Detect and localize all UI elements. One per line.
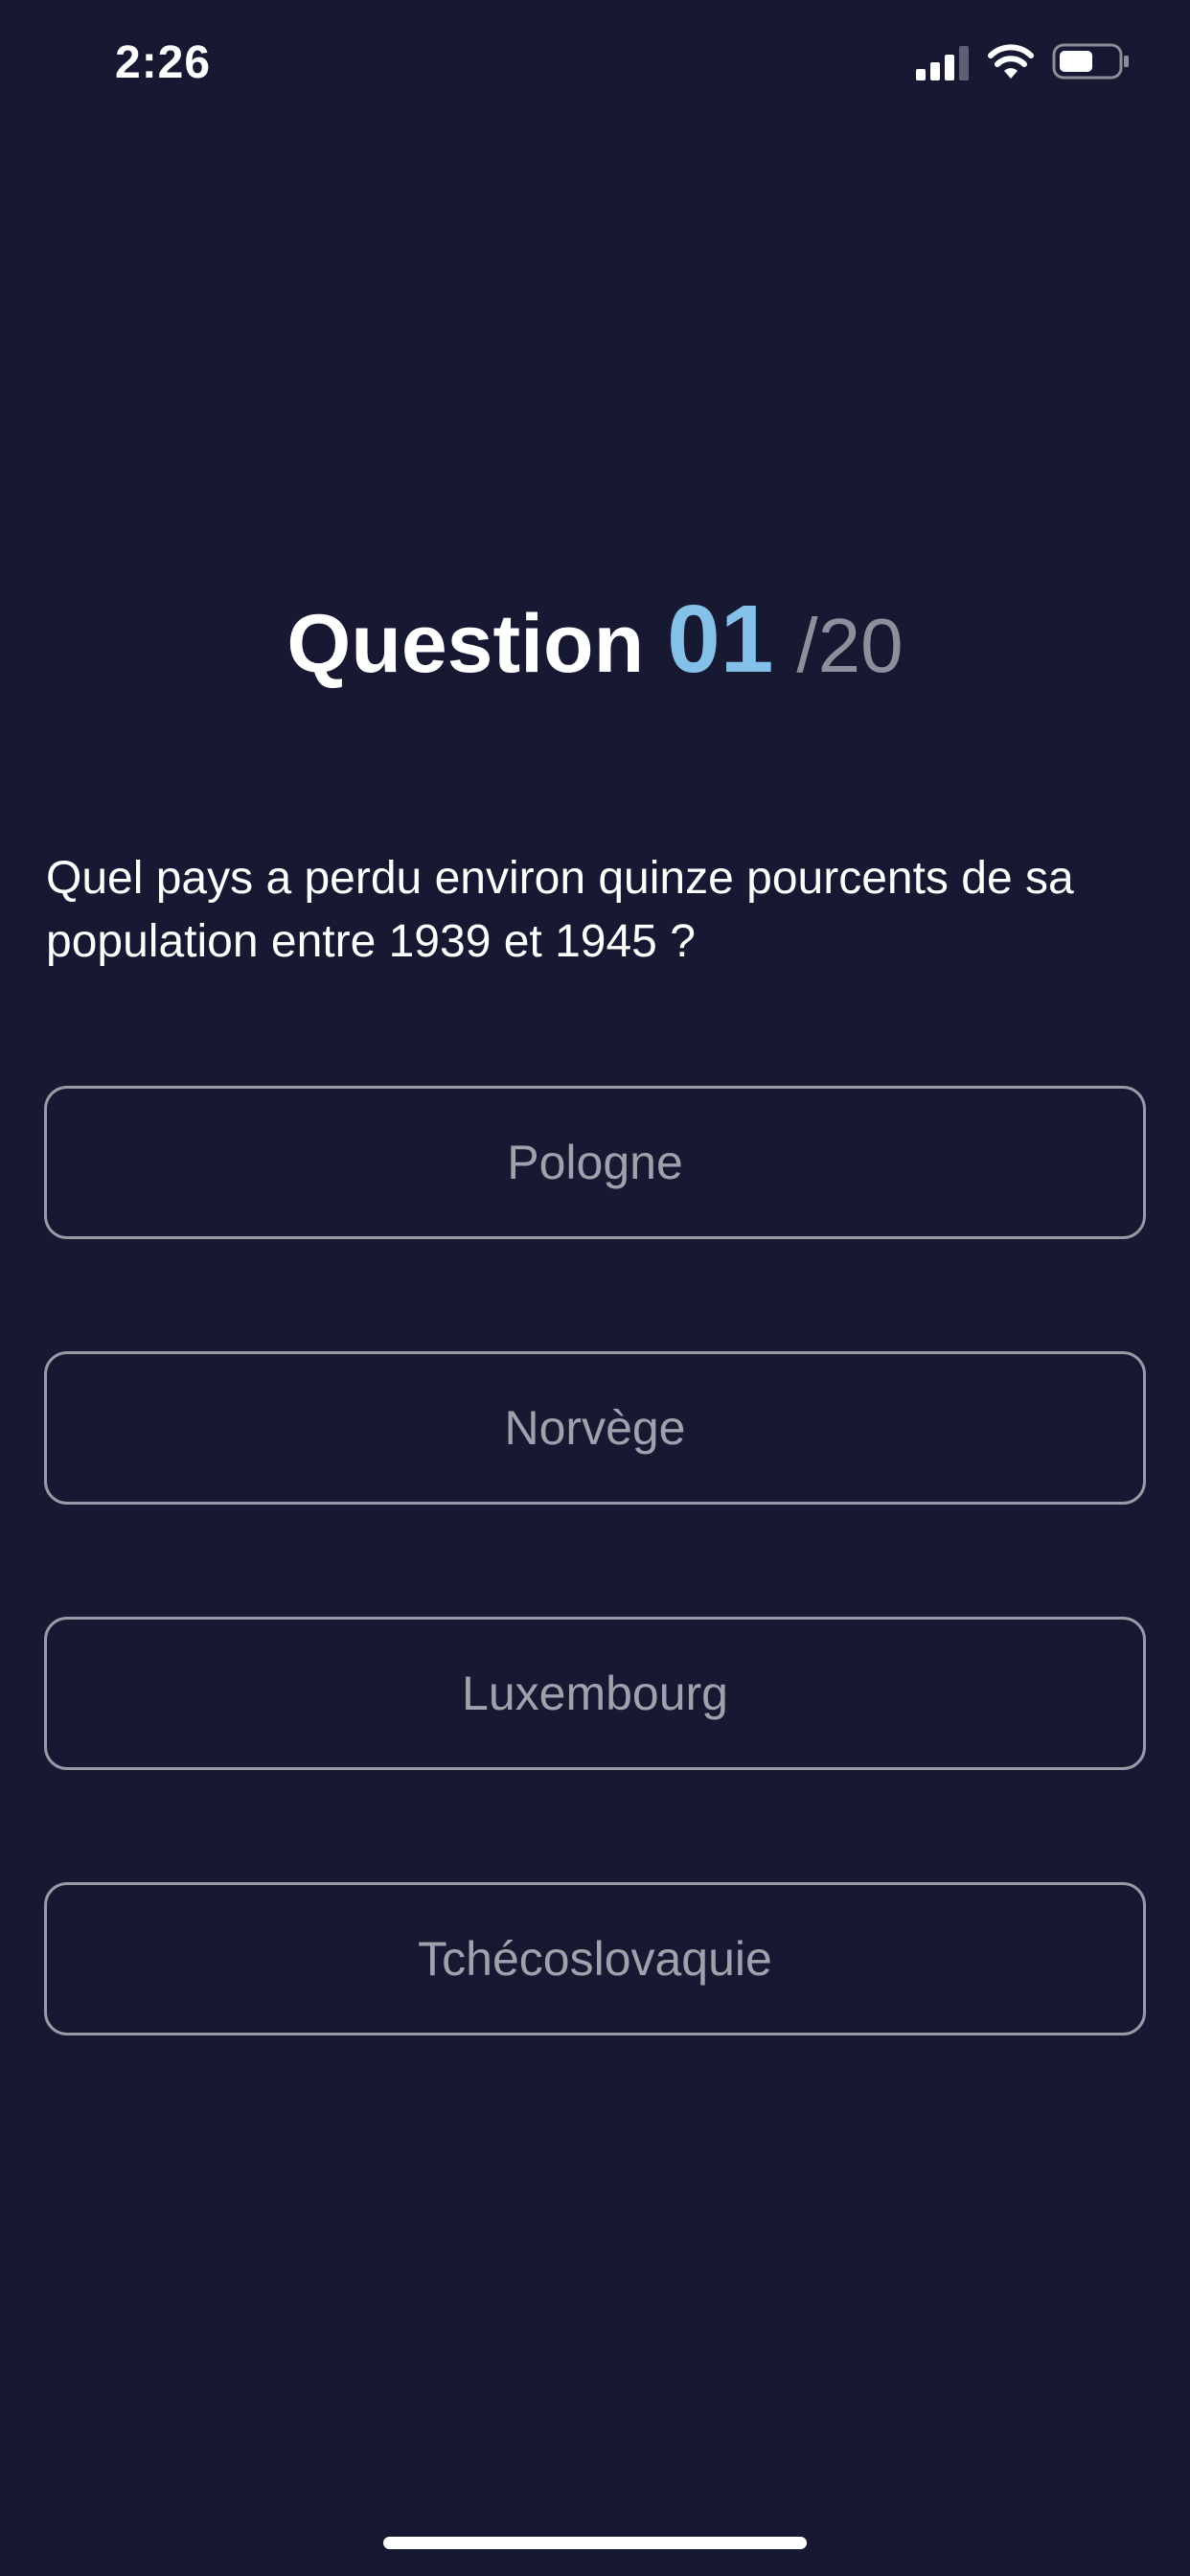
- wifi-icon: [988, 44, 1034, 79]
- status-time: 2:26: [115, 37, 212, 88]
- question-label: Question: [286, 598, 645, 690]
- status-bar: 2:26: [0, 0, 1190, 134]
- answer-list: Pologne Norvège Luxembourg Tchécoslovaqu…: [44, 1086, 1146, 2148]
- question-heading: Question 01/20: [0, 586, 1190, 721]
- battery-icon: [1052, 43, 1129, 80]
- answer-option-4[interactable]: Tchécoslovaquie: [44, 1882, 1146, 2036]
- answer-option-2[interactable]: Norvège: [44, 1351, 1146, 1505]
- question-text: Quel pays a perdu environ quinze pourcen…: [46, 853, 1074, 967]
- answer-option-3[interactable]: Luxembourg: [44, 1617, 1146, 1770]
- home-indicator[interactable]: [383, 2537, 807, 2549]
- cellular-signal-icon: [916, 46, 969, 80]
- question-total: /20: [796, 603, 904, 688]
- quiz-screen: 2:26 Question 01/20 Quel pays a perdu env…: [0, 0, 1190, 2576]
- question-number: 01: [667, 586, 774, 693]
- answer-option-1[interactable]: Pologne: [44, 1086, 1146, 1239]
